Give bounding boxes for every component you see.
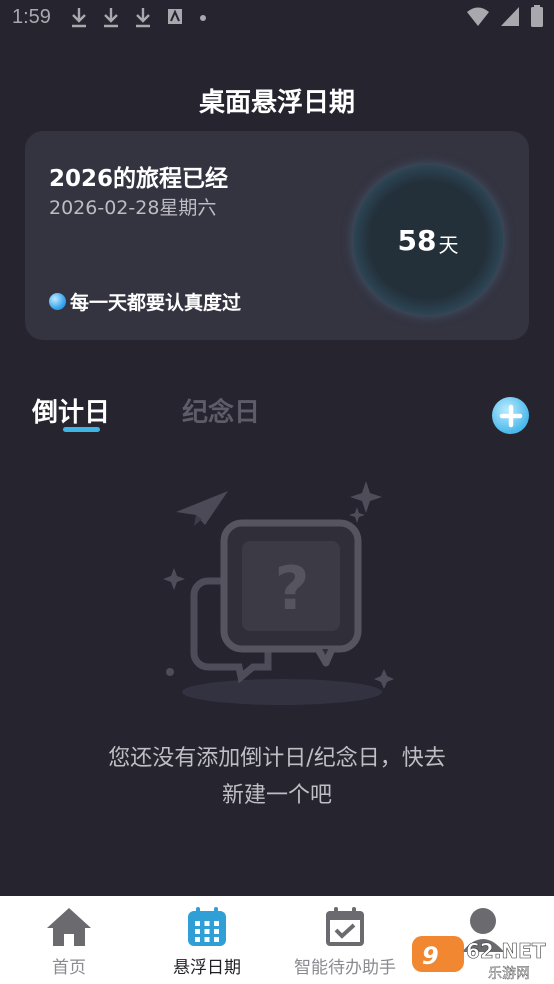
add-event-button[interactable] [492,397,529,434]
tab-anniversary[interactable]: 纪念日 [182,392,260,429]
svg-text:?: ? [275,554,310,624]
nav-item-todo-assistant[interactable]: 智能待办助手 [276,896,414,984]
calendar-grid-icon [188,907,226,946]
more-dot-icon [200,15,206,21]
nav-item-floating-date[interactable]: 悬浮日期 [138,896,276,984]
download-icon [104,8,118,28]
tab-active-indicator [63,427,100,432]
signal-icon [501,7,519,26]
nav-item-home[interactable]: 首页 [0,896,138,984]
nav-label-home: 首页 [52,958,86,978]
current-date: 2026-02-28星期六 [49,197,217,219]
watermark-logo: 9 62.NET 乐游网 [412,936,546,982]
days-counter: 58 天 [353,165,503,315]
status-bar: 1:59 [0,0,554,36]
wifi-icon [467,7,489,26]
svg-text:62.NET: 62.NET [466,939,546,963]
svg-text:乐游网: 乐游网 [488,966,530,982]
nav-label-floating-date: 悬浮日期 [173,958,241,978]
calendar-check-icon [326,907,364,946]
app-notification-icon [168,9,182,24]
motto-text: 每一天都要认真度过 [70,292,242,314]
days-value: 58 [397,223,437,257]
empty-state-line-2: 新建一个吧 [221,783,332,808]
days-unit: 天 [438,232,459,257]
plus-icon [499,404,522,427]
tab-countdown[interactable]: 倒计日 [32,392,110,429]
home-icon [47,908,91,946]
download-icon [72,8,86,28]
days-ring: 58 天 [353,165,503,315]
download-icon [136,8,150,28]
page-title: 桌面悬浮日期 [198,88,355,118]
system-status-icons [466,4,544,28]
notification-icons [70,6,208,28]
empty-state-illustration-icon: ? [163,481,394,705]
nav-label-todo-assistant: 智能待办助手 [294,958,396,978]
motto: 每一天都要认真度过 [49,288,241,315]
card-heading: 2026的旅程已经 [49,166,229,192]
empty-state-message: 您还没有添加倒计日/纪念日，快去 新建一个吧 [60,740,494,814]
empty-state-line-1: 您还没有添加倒计日/纪念日，快去 [108,746,446,771]
svg-text:9: 9 [422,942,439,970]
status-time: 1:59 [12,6,51,28]
bullet-dot-icon [49,293,66,310]
year-progress-card[interactable]: 2026的旅程已经 2026-02-28星期六 每一天都要认真度过 58 天 [25,131,529,340]
battery-icon [531,5,543,27]
